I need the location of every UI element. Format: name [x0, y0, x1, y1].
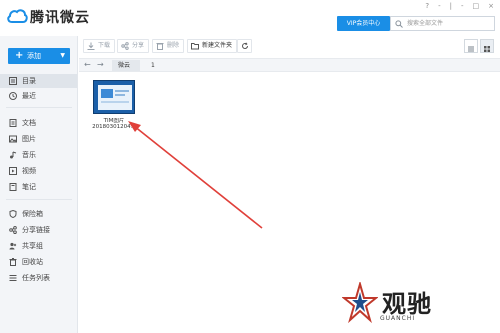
- watermark: 观驰 GUANCHI: [340, 282, 460, 328]
- app-window: 腾讯微云 VIP会员中心 搜索全部文件 ? - | - □ × + 添加 ▼ 目…: [0, 0, 500, 333]
- watermark-logo-icon: [342, 282, 378, 324]
- watermark-text: 观驰: [382, 290, 432, 318]
- watermark-subtext: GUANCHI: [380, 315, 416, 322]
